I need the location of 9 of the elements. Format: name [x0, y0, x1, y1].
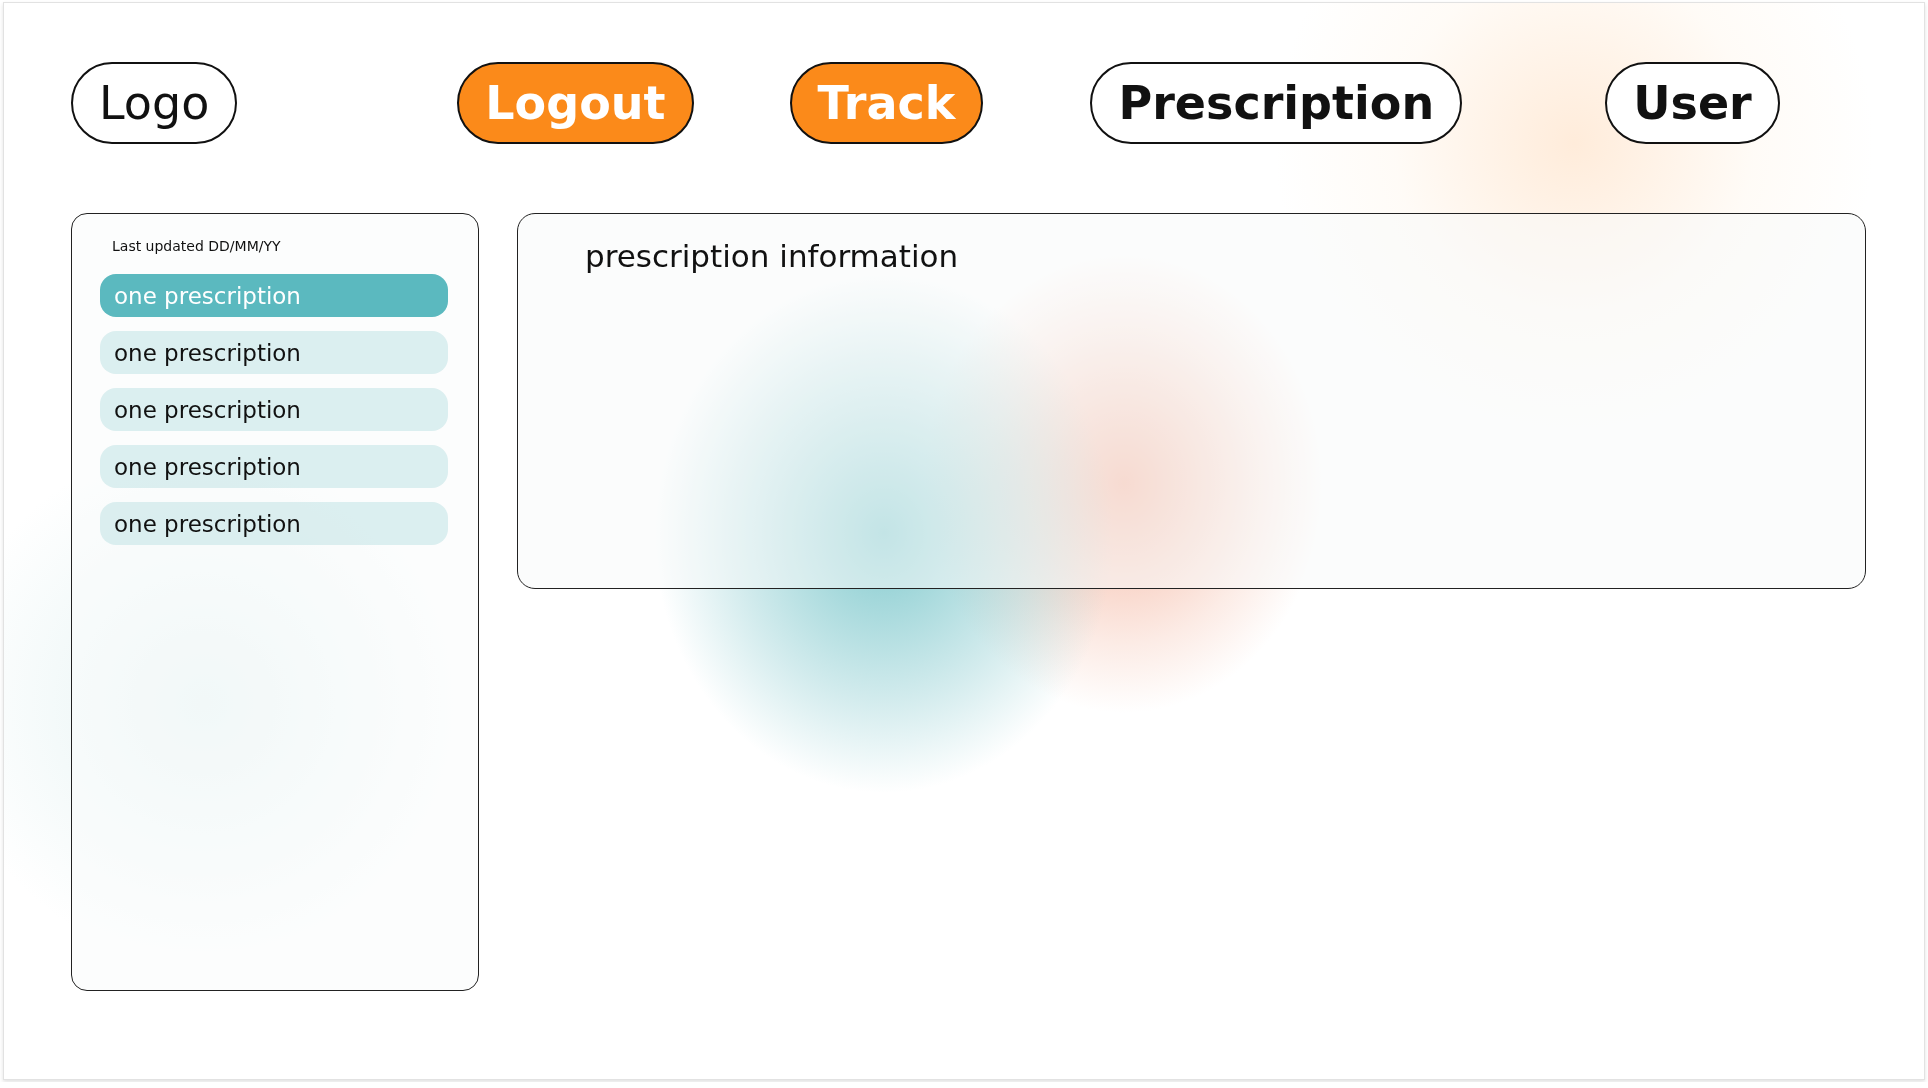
nav-button[interactable]: User [1605, 62, 1780, 144]
nav-button[interactable]: Prescription [1090, 62, 1463, 144]
last-updated-text: Last updated DD/MM/YY [112, 238, 282, 254]
prescription-item[interactable]: one prescription [100, 331, 448, 374]
prescription-item[interactable]: one prescription [100, 445, 448, 488]
prescription-item[interactable]: one prescription [100, 388, 448, 431]
logo-button[interactable]: Logo [71, 62, 238, 144]
panel-title: prescription information [585, 238, 959, 274]
prescription-item[interactable]: one prescription [100, 502, 448, 545]
